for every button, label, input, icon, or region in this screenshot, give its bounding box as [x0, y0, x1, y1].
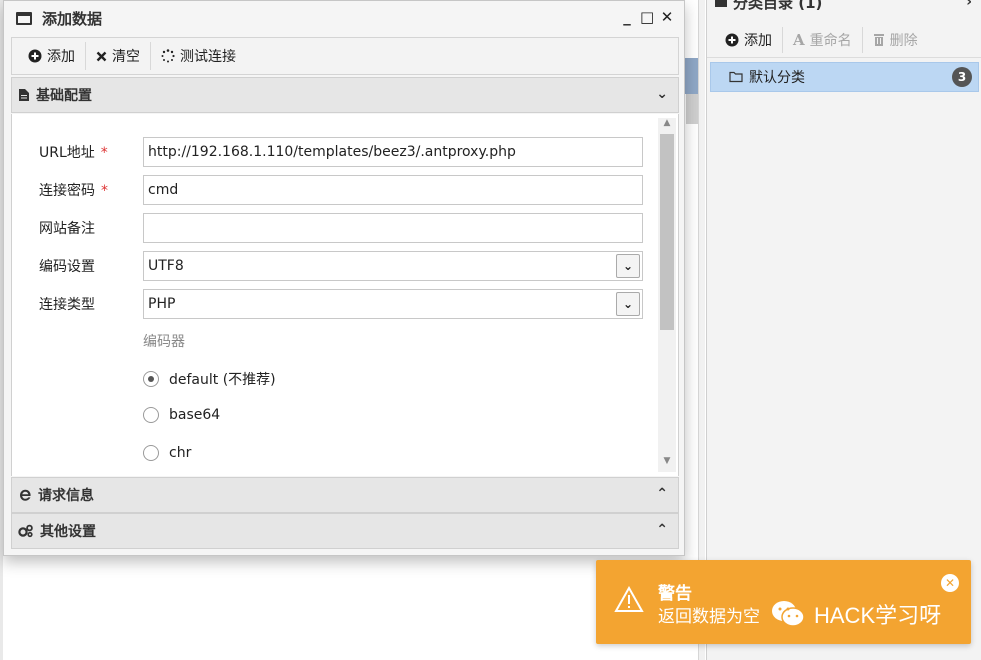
section-basic-header[interactable]: 基础配置 ⌄ [11, 77, 679, 113]
internet-explorer-icon [20, 489, 31, 501]
category-item-label: 默认分类 [749, 70, 805, 86]
plus-circle-icon [28, 49, 42, 63]
form-scrollbar[interactable]: ▲ ▼ [658, 118, 676, 472]
toast-message: 返回数据为空 [658, 607, 760, 627]
section-other-header[interactable]: 其他设置 ⌃ [11, 513, 679, 549]
window-controls: _ □ ✕ [620, 8, 674, 26]
section-request-title: 请求信息 [38, 488, 94, 504]
folder-icon [715, 0, 727, 7]
encoder-option-label: chr [169, 445, 192, 461]
gears-icon [18, 524, 33, 538]
file-icon [19, 89, 29, 101]
chevron-right-icon[interactable]: › [966, 0, 972, 10]
scroll-down-arrow[interactable]: ▼ [658, 456, 676, 472]
dialog-title: 添加数据 [42, 9, 103, 28]
chevron-up-icon: ⌃ [656, 522, 668, 538]
required-mark: * [100, 145, 108, 161]
radio-button[interactable] [143, 407, 159, 423]
encoding-label: 编码设置 [39, 259, 95, 275]
chevron-up-icon: ⌃ [656, 486, 668, 502]
close-icon [96, 51, 107, 61]
encoder-option-label: base64 [169, 407, 221, 423]
maximize-button[interactable]: □ [640, 8, 654, 26]
radio-button[interactable] [143, 445, 159, 461]
plus-circle-icon [725, 33, 739, 46]
category-toolbar: 添加 A 重命名 删除 [707, 22, 981, 58]
spinner-icon [161, 49, 175, 63]
add-button-label: 添加 [47, 49, 75, 65]
type-value: PHP [148, 296, 176, 312]
window-icon [16, 11, 32, 25]
password-label: 连接密码 * [39, 183, 108, 199]
dialog-titlebar[interactable]: 添加数据 [4, 1, 684, 35]
category-rename-label: 重命名 [809, 32, 852, 49]
encoder-option-default[interactable]: default (不推荐) [143, 369, 276, 389]
warning-icon [614, 586, 644, 612]
type-row: 连接类型 PHP ⌄ [12, 289, 652, 319]
chevron-down-icon: ⌄ [656, 86, 668, 102]
note-label: 网站备注 [39, 221, 95, 237]
dialog-toolbar: 添加 清空 测试连接 [11, 37, 679, 75]
encoder-option-chr[interactable]: chr [143, 445, 191, 461]
scroll-thumb[interactable] [660, 134, 674, 330]
chevron-down-icon[interactable]: ⌄ [616, 254, 640, 278]
scroll-up-arrow[interactable]: ▲ [658, 118, 676, 134]
clear-button[interactable]: 清空 [86, 42, 151, 70]
category-add-button[interactable]: 添加 [715, 26, 783, 53]
folder-open-icon [729, 71, 743, 83]
encoder-option-label: default (不推荐) [169, 372, 276, 388]
radio-button[interactable] [143, 371, 159, 387]
section-other-title: 其他设置 [40, 524, 96, 540]
category-item-default[interactable]: 默认分类 3 [710, 62, 979, 92]
category-delete-button[interactable]: 删除 [863, 27, 928, 53]
password-input[interactable]: cmd [143, 175, 643, 205]
category-panel-title: 分类目录 (1) [733, 0, 823, 12]
required-mark: * [101, 183, 108, 199]
type-label: 连接类型 [39, 297, 95, 313]
test-connection-button[interactable]: 测试连接 [151, 42, 246, 70]
note-input[interactable] [143, 213, 643, 243]
toast-title: 警告 [658, 584, 692, 604]
trash-icon [873, 34, 884, 46]
category-rename-button[interactable]: A 重命名 [783, 26, 863, 53]
clear-button-label: 清空 [112, 49, 140, 65]
url-label: URL地址 * [39, 145, 108, 161]
add-button[interactable]: 添加 [18, 42, 86, 70]
section-request-header[interactable]: 请求信息 ⌃ [11, 477, 679, 513]
password-row: 连接密码 * cmd [12, 175, 652, 205]
type-select[interactable]: PHP ⌄ [143, 289, 643, 319]
encoding-row: 编码设置 UTF8 ⌄ [12, 251, 652, 281]
url-input[interactable]: http://192.168.1.110/templates/beez3/.an… [143, 137, 643, 167]
section-basic-title: 基础配置 [36, 88, 92, 104]
font-icon: A [793, 30, 805, 49]
test-connection-label: 测试连接 [180, 49, 236, 65]
basic-config-form: URL地址 * http://192.168.1.110/templates/be… [11, 114, 679, 476]
category-panel-header: 分类目录 (1) › [707, 0, 981, 13]
background-scroll-strip [686, 94, 698, 124]
watermark: HACK学习呀 [770, 598, 941, 630]
category-add-label: 添加 [744, 32, 772, 49]
note-row: 网站备注 [12, 213, 652, 243]
category-count-badge: 3 [952, 67, 972, 87]
encoder-option-base64[interactable]: base64 [143, 407, 220, 423]
add-data-dialog: 添加数据 _ □ ✕ 添加 清空 测试连接 基础配置 ⌄ URL地址 * htt… [3, 0, 685, 556]
chevron-down-icon[interactable]: ⌄ [616, 292, 640, 316]
minimize-button[interactable]: _ [620, 8, 634, 26]
category-delete-label: 删除 [889, 32, 918, 49]
wechat-icon [772, 601, 805, 627]
url-row: URL地址 * http://192.168.1.110/templates/be… [12, 137, 652, 167]
close-button[interactable]: ✕ [660, 8, 674, 26]
encoder-title: 编码器 [143, 334, 185, 350]
toast-close-icon[interactable]: ✕ [941, 574, 959, 592]
encoding-value: UTF8 [148, 258, 184, 274]
watermark-text: HACK学习呀 [814, 603, 942, 628]
encoding-select[interactable]: UTF8 ⌄ [143, 251, 643, 281]
